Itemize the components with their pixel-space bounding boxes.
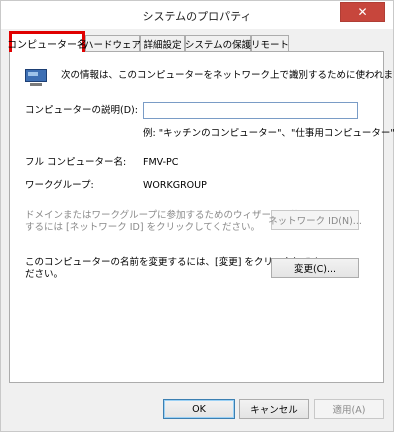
network-note-line1: ドメインまたはワークグループに参加するためのウィザードを使用 [25,210,310,221]
tab-advanced[interactable]: 詳細設定 [140,35,185,51]
tab-remote[interactable]: リモート [251,35,289,51]
window-title: システムのプロパティ [142,10,252,23]
full-name-label: フル コンピューター名: [25,157,127,168]
full-name-value: FMV-PC [143,157,179,168]
close-button[interactable]: ✕ [340,2,385,22]
description-label: コンピューターの説明(D): [25,105,138,116]
system-properties-window: システムのプロパティ ✕ コンピューター名 ハードウェア 詳細設定 システムの保… [0,0,394,432]
rename-note-line2: ださい。 [25,269,64,280]
workgroup-value: WORKGROUP [143,180,207,191]
description-example: 例: "キッチンのコンピューター"、"仕事用コンピューター" [143,128,394,139]
intro-text: 次の情報は、このコンピューターをネットワーク上で識別するために使われます。 [61,70,394,81]
tab-strip: コンピューター名 ハードウェア 詳細設定 システムの保護 リモート [7,31,385,52]
title-bar: システムのプロパティ ✕ [1,1,393,29]
close-icon: ✕ [357,5,368,19]
description-input[interactable] [143,102,358,119]
network-id-button[interactable]: ネットワーク ID(N)... [268,210,362,230]
cancel-button[interactable]: キャンセル [239,399,309,419]
apply-button[interactable]: 適用(A) [314,399,384,419]
tab-hardware[interactable]: ハードウェア [84,35,141,51]
network-note-line2: するには [ネットワーク ID] をクリックしてください。 [25,222,261,233]
workgroup-label: ワークグループ: [25,180,94,191]
tab-system-protection[interactable]: システムの保護 [185,35,251,51]
tab-computer-name[interactable]: コンピューター名 [7,31,87,52]
computer-icon [25,69,47,87]
change-button[interactable]: 変更(C)... [271,258,359,278]
ok-button[interactable]: OK [163,399,235,419]
